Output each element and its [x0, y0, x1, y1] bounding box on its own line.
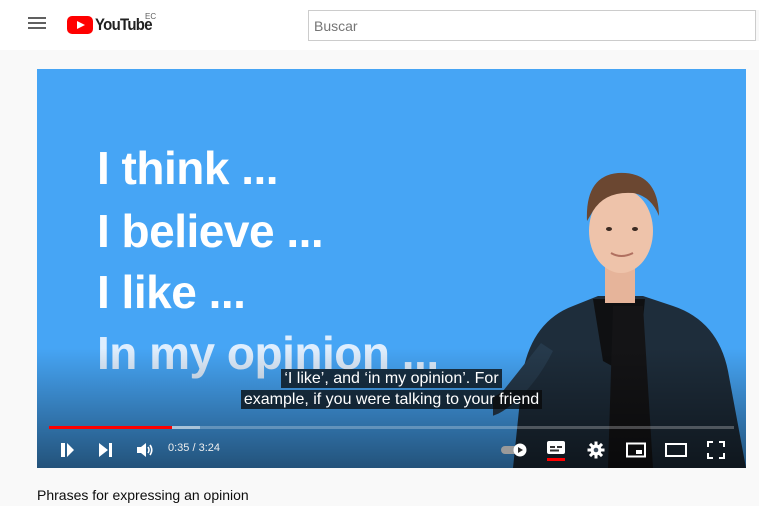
caption-line: example, if you were talking to your fri… — [37, 390, 746, 409]
time-display: 0:35 / 3:24 — [168, 442, 220, 454]
subtitles-icon — [547, 441, 565, 461]
miniplayer-icon — [626, 442, 646, 458]
pause-icon — [61, 443, 74, 457]
autoplay-toggle-icon — [501, 443, 527, 457]
search-button-edge[interactable] — [755, 10, 759, 41]
next-button[interactable] — [93, 432, 117, 468]
progress-played — [49, 426, 173, 429]
volume-button[interactable] — [132, 432, 158, 468]
miniplayer-button[interactable] — [623, 432, 649, 468]
subtitles-button[interactable] — [543, 432, 569, 468]
theater-mode-button[interactable] — [663, 432, 689, 468]
volume-icon — [137, 443, 153, 457]
video-player[interactable]: I think ... I believe ... I like ... In … — [37, 69, 746, 468]
caption-line: ‘I like’, and ‘in my opinion’. For — [37, 369, 746, 388]
next-icon — [99, 443, 112, 457]
video-title: Phrases for expressing an opinion — [37, 487, 249, 503]
fullscreen-button[interactable] — [703, 432, 729, 468]
settings-gear-icon — [587, 441, 605, 459]
youtube-play-logo-icon — [67, 16, 93, 34]
country-code: EC — [145, 12, 157, 21]
player-controls: 0:35 / 3:24 — [37, 432, 746, 468]
slide-line: I believe ... — [97, 205, 324, 257]
logo-text: YouTube — [95, 15, 153, 34]
theater-mode-icon — [665, 443, 687, 457]
hamburger-menu-icon[interactable] — [28, 14, 46, 36]
search-box[interactable] — [308, 10, 756, 41]
settings-button[interactable] — [583, 432, 609, 468]
pause-button[interactable] — [55, 432, 79, 468]
slide-line: I think ... — [97, 142, 279, 194]
fullscreen-icon — [707, 441, 725, 459]
caption-text: ‘I like’, and ‘in my opinion’. For — [281, 369, 502, 388]
caption-text: example, if you were talking to your fri… — [240, 390, 543, 409]
masthead: YouTube EC — [0, 0, 759, 50]
progress-bar[interactable] — [49, 426, 734, 429]
slide-line: I like ... — [97, 266, 246, 318]
autoplay-toggle[interactable] — [499, 432, 529, 468]
search-input[interactable] — [309, 11, 756, 40]
